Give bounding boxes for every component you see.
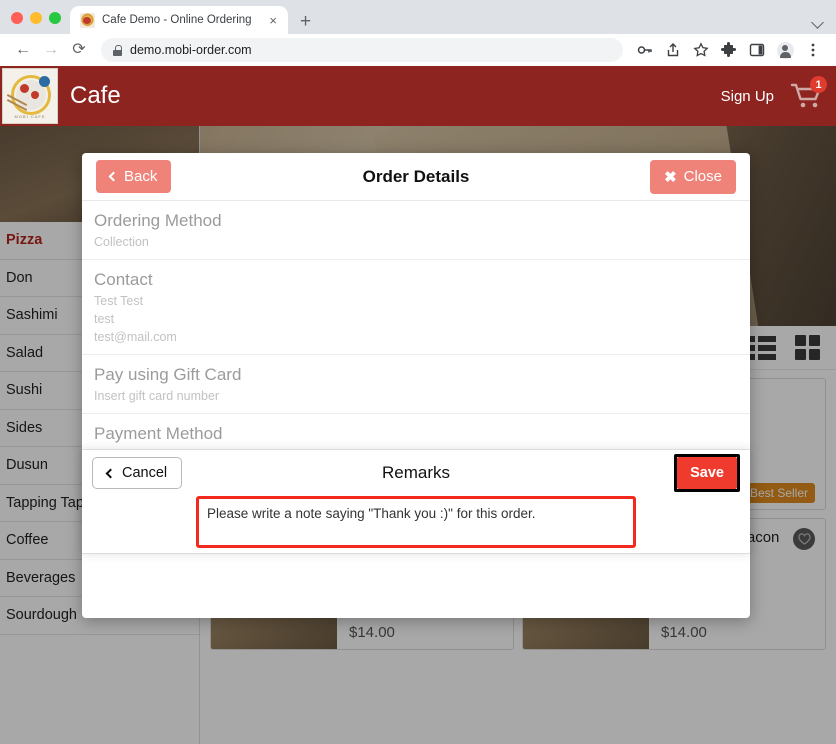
- site-header: MOBI CAFE Cafe Sign Up 1: [0, 66, 836, 126]
- browser-tab[interactable]: Cafe Demo - Online Ordering ×: [70, 6, 288, 34]
- row-contact[interactable]: Contact Test Test test test@mail.com: [82, 259, 750, 354]
- contact-name: Test Test: [94, 294, 144, 308]
- row-value: Insert gift card number: [94, 389, 220, 404]
- new-tab-button[interactable]: +: [300, 12, 311, 31]
- remarks-header: Cancel Remarks Save: [82, 450, 750, 496]
- header-actions: Sign Up 1: [721, 76, 836, 111]
- reload-button[interactable]: ⟳: [66, 37, 92, 63]
- back-button[interactable]: ←: [10, 37, 36, 63]
- contact-phone: test: [94, 312, 115, 327]
- remarks-panel: Cancel Remarks Save: [82, 449, 750, 554]
- toolbar-icons: [632, 37, 826, 63]
- window-controls[interactable]: [8, 12, 70, 34]
- minimize-window-button[interactable]: [30, 12, 42, 24]
- browser-toolbar: ← → ⟳ demo.mobi-order.com: [0, 34, 836, 66]
- back-button[interactable]: Back: [96, 160, 172, 193]
- close-tab-icon[interactable]: ×: [267, 14, 279, 27]
- row-label: Pay using Gift Card: [94, 365, 242, 385]
- row-label: Ordering Method: [94, 211, 222, 230]
- close-button[interactable]: ✖ Close: [650, 159, 736, 194]
- brand-name: Cafe: [70, 82, 121, 109]
- key-icon[interactable]: [632, 37, 658, 63]
- maximize-window-button[interactable]: [49, 12, 61, 24]
- address-bar[interactable]: demo.mobi-order.com: [101, 38, 623, 62]
- row-ordering-method[interactable]: Ordering Method Collection: [82, 200, 750, 259]
- tab-strip: Cafe Demo - Online Ordering × +: [0, 0, 836, 34]
- remarks-input-wrap: [82, 496, 750, 548]
- tab-title: Cafe Demo - Online Ordering: [102, 14, 252, 26]
- modal-header: Back Order Details ✖ Close: [82, 153, 750, 200]
- side-panel-icon[interactable]: [744, 37, 770, 63]
- close-icon: ✖: [664, 168, 677, 186]
- back-button-label: Back: [124, 168, 158, 185]
- url-text: demo.mobi-order.com: [130, 43, 252, 57]
- modal-rows: Ordering Method Collection Contact Test …: [82, 200, 750, 618]
- chevron-down-icon[interactable]: [811, 16, 824, 29]
- remarks-title: Remarks: [381, 463, 450, 482]
- sign-up-link[interactable]: Sign Up: [721, 88, 774, 105]
- row-label: Payment Method: [94, 424, 223, 444]
- close-window-button[interactable]: [11, 12, 23, 24]
- chevron-left-icon: [108, 171, 119, 182]
- remarks-textarea[interactable]: [196, 496, 636, 548]
- cart-badge: 1: [810, 76, 827, 93]
- favicon-icon: [80, 12, 95, 28]
- lock-icon: [113, 44, 122, 56]
- close-button-label: Close: [683, 168, 722, 185]
- site-logo[interactable]: MOBI CAFE: [2, 68, 58, 124]
- page-content: MOBI CAFE Cafe Sign Up 1 Pizza Don Sashi…: [0, 66, 836, 744]
- forward-button[interactable]: →: [38, 37, 64, 63]
- row-value: Collection: [94, 234, 149, 249]
- extensions-icon[interactable]: [716, 37, 742, 63]
- contact-email: test@mail.com: [94, 330, 177, 345]
- star-icon[interactable]: [688, 37, 714, 63]
- share-icon[interactable]: [660, 37, 686, 63]
- row-gift-card[interactable]: Pay using Gift Card Insert gift card num…: [82, 354, 750, 413]
- menu-icon[interactable]: [800, 37, 826, 63]
- row-label: Contact: [94, 270, 153, 290]
- browser-window: Cafe Demo - Online Ordering × + ← → ⟳ de…: [0, 0, 836, 744]
- profile-icon[interactable]: [772, 37, 798, 63]
- cart-button[interactable]: 1: [790, 76, 827, 111]
